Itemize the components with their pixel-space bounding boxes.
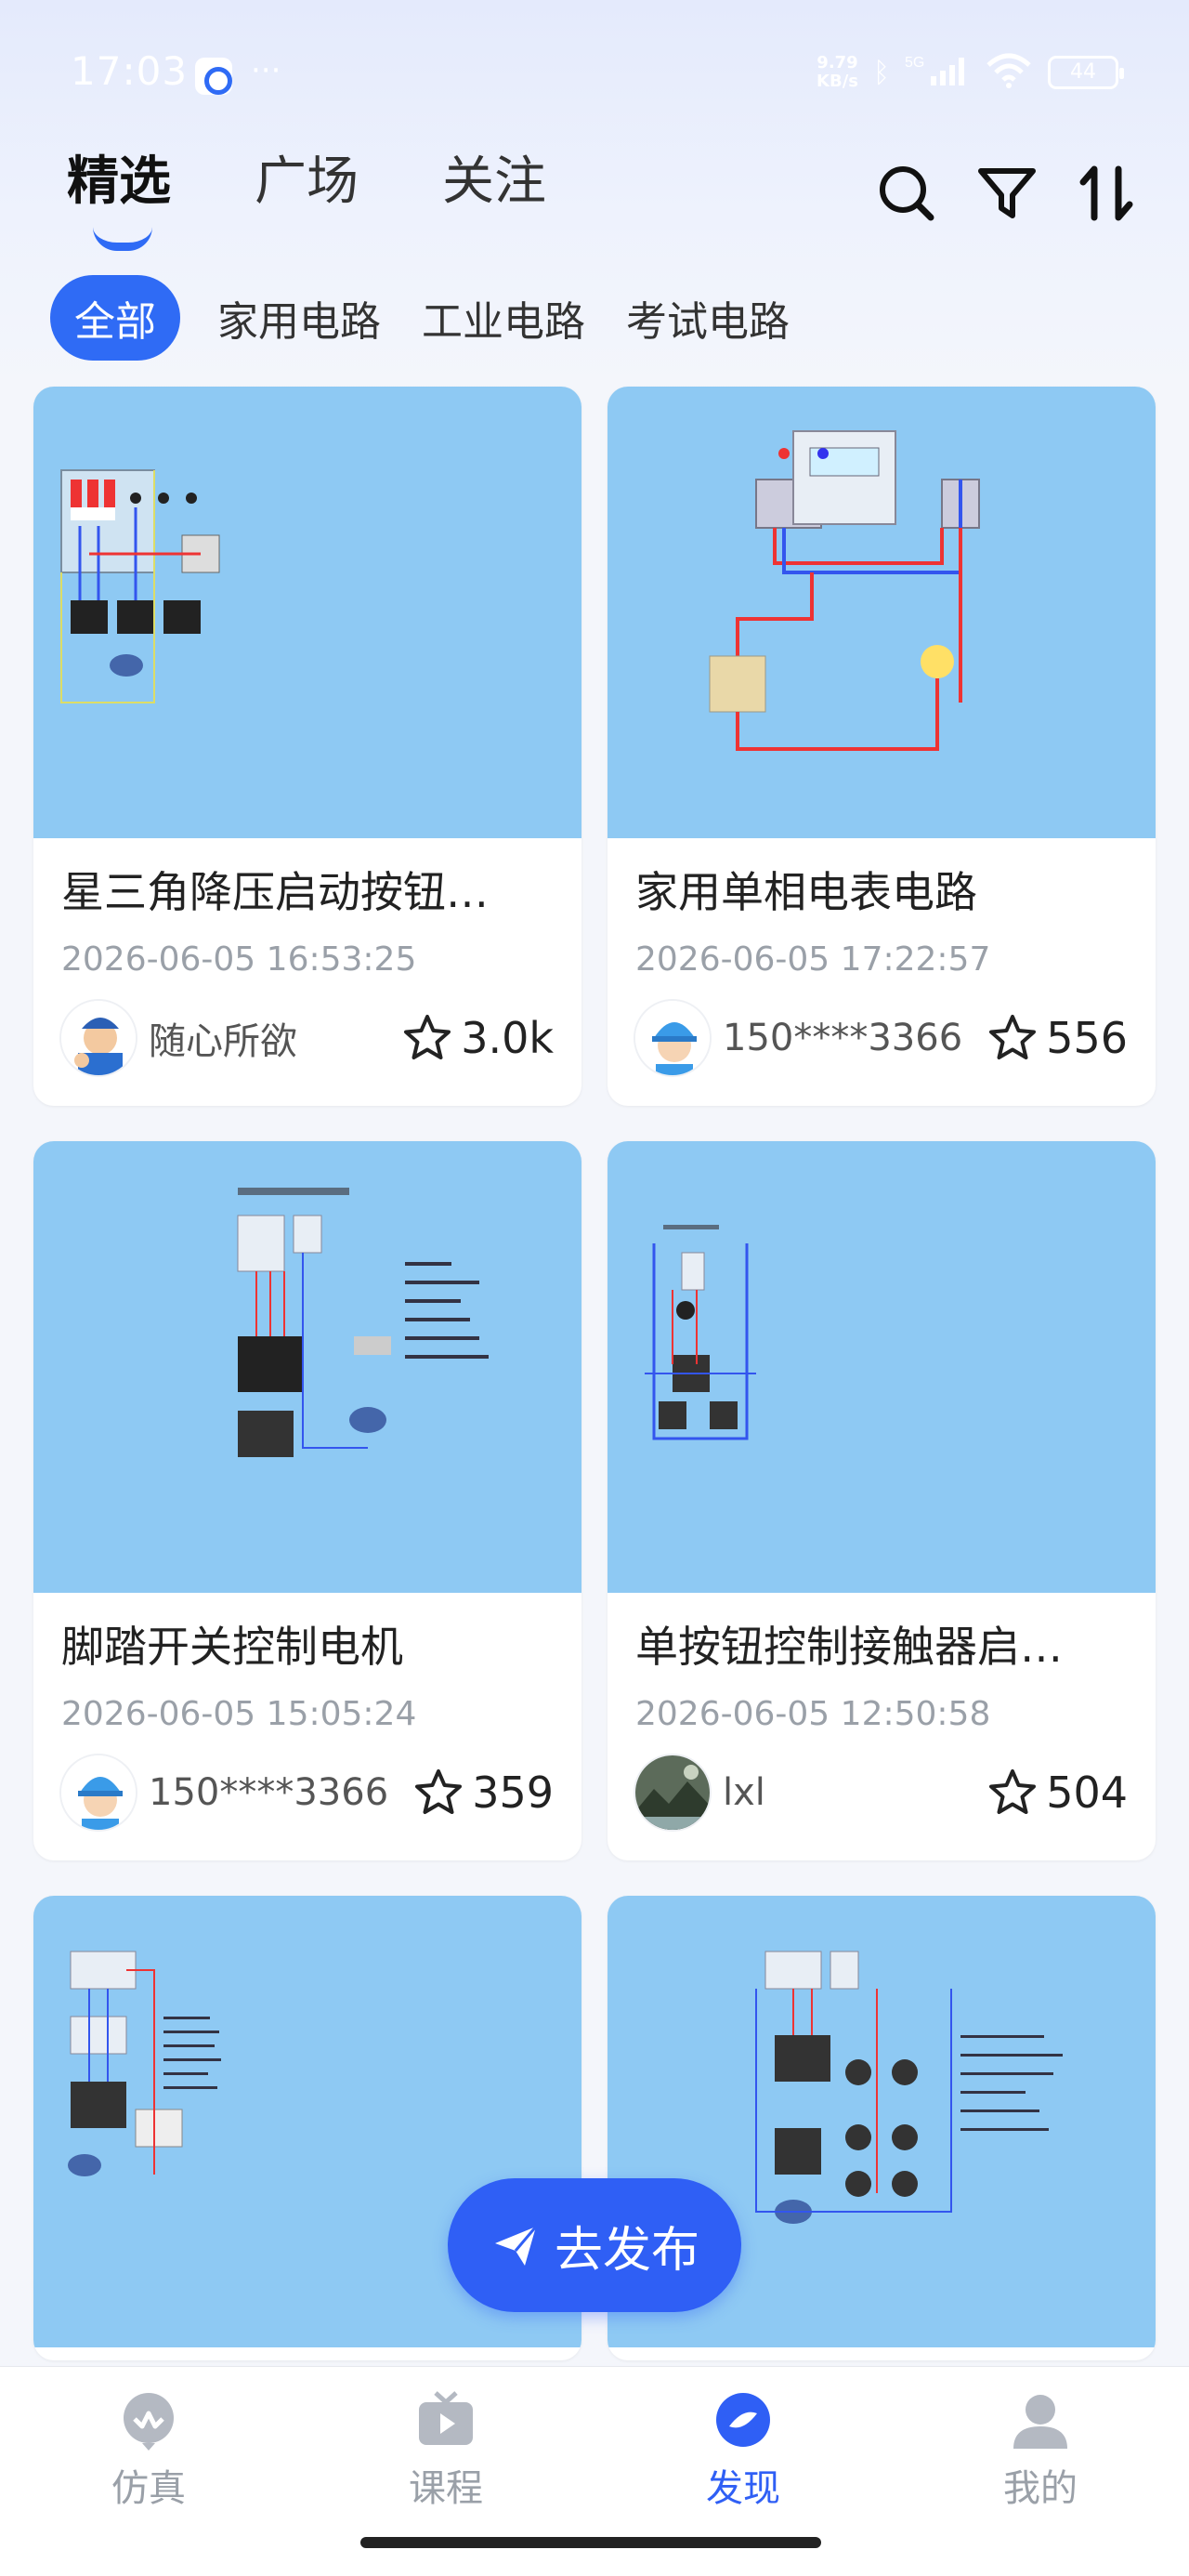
worker-avatar-icon[interactable] — [59, 999, 137, 1077]
post-title: 单按钮控制接触器启… — [635, 1622, 1063, 1672]
more-notifications-icon: ··· — [251, 52, 281, 89]
like-button[interactable]: 3.0k — [401, 1012, 554, 1064]
category-filters: 全部 家用电路 工业电路 考试电路 — [50, 275, 790, 361]
tab-featured[interactable]: 精选 — [67, 139, 171, 215]
like-button[interactable]: 504 — [986, 1767, 1128, 1819]
filter-all[interactable]: 全部 — [50, 275, 180, 361]
like-count: 504 — [1046, 1768, 1128, 1818]
post-date: 2026-06-05 16:53:25 — [61, 940, 417, 979]
helmet-avatar-icon[interactable] — [59, 1754, 137, 1832]
post-card[interactable]: 星三角降压启动按钮… 2026-06-05 16:53:25 随心所欲 3.0k — [33, 387, 581, 1106]
star-icon — [404, 1015, 451, 1059]
like-count: 556 — [1046, 1013, 1128, 1063]
status-time: 17:03 — [71, 48, 189, 94]
post-footer: 150****3366 556 — [634, 999, 1128, 1077]
svg-text:5G: 5G — [905, 55, 924, 71]
filter-household[interactable]: 家用电路 — [217, 288, 381, 348]
profile-icon — [1013, 2395, 1067, 2449]
status-indicators: 9.79 KB/s ᛒ 5G 44 — [817, 52, 1124, 93]
author-name: 随心所欲 — [149, 1020, 297, 1063]
filter-industrial[interactable]: 工业电路 — [422, 288, 585, 348]
nav-discover[interactable]: 发现 — [650, 2387, 836, 2512]
cellular-signal-icon: 5G — [905, 54, 970, 91]
nav-courses[interactable]: 课程 — [353, 2387, 539, 2512]
header-actions — [873, 160, 1141, 227]
tab-following[interactable]: 关注 — [442, 139, 546, 215]
app-notification-icon — [195, 58, 232, 95]
search-icon[interactable] — [873, 160, 940, 227]
circuit-thumbnail — [608, 1141, 1156, 1593]
circuit-thumbnail — [33, 387, 581, 838]
battery-icon: 44 — [1048, 56, 1124, 89]
helmet-avatar-icon[interactable] — [634, 999, 712, 1077]
publish-button[interactable]: 去发布 — [448, 2178, 741, 2312]
landscape-avatar-icon[interactable] — [634, 1754, 712, 1832]
post-title: 脚踏开关控制电机 — [61, 1622, 403, 1672]
bluetooth-icon: ᛒ — [873, 56, 890, 89]
post-footer: 150****3366 359 — [59, 1754, 554, 1832]
post-title: 家用单相电表电路 — [635, 867, 977, 917]
author-name: 150****3366 — [723, 1017, 963, 1059]
author-name: lxl — [723, 1771, 765, 1814]
like-button[interactable]: 556 — [986, 1012, 1128, 1064]
filter-exam[interactable]: 考试电路 — [626, 288, 790, 348]
like-count: 3.0k — [461, 1013, 554, 1063]
nav-profile[interactable]: 我的 — [947, 2387, 1133, 2512]
network-speed: 9.79 KB/s — [817, 53, 858, 91]
publish-label: 去发布 — [554, 2222, 699, 2279]
like-count: 359 — [472, 1768, 554, 1818]
post-grid: 星三角降压启动按钮… 2026-06-05 16:53:25 随心所欲 3.0k — [33, 387, 1156, 2360]
author-name: 150****3366 — [149, 1771, 389, 1814]
post-date: 2026-06-05 15:05:24 — [61, 1695, 417, 1733]
circuit-thumbnail — [33, 1141, 581, 1593]
tab-plaza[interactable]: 广场 — [255, 139, 359, 215]
nav-simulation[interactable]: 仿真 — [56, 2387, 242, 2512]
top-tabs: 精选 广场 关注 — [67, 139, 546, 215]
post-title: 星三角降压启动按钮… — [61, 867, 489, 917]
post-date: 2026-06-05 12:50:58 — [635, 1695, 991, 1733]
star-icon — [415, 1769, 463, 1814]
discover-icon — [716, 2393, 770, 2447]
wifi-icon — [985, 52, 1033, 93]
home-indicator[interactable] — [360, 2537, 821, 2548]
status-bar: 17:03 ··· 9.79 KB/s ᛒ 5G 44 — [0, 0, 1189, 149]
star-icon — [989, 1015, 1037, 1059]
course-tv-icon — [419, 2391, 473, 2445]
post-footer: 随心所欲 3.0k — [59, 999, 554, 1077]
filter-icon[interactable] — [973, 160, 1040, 227]
sort-icon[interactable] — [1074, 160, 1141, 227]
post-date: 2026-06-05 17:22:57 — [635, 940, 991, 979]
paper-plane-icon — [494, 2226, 538, 2266]
star-icon — [989, 1769, 1037, 1814]
post-card[interactable]: 家用单相电表电路 2026-06-05 17:22:57 150****3366… — [608, 387, 1156, 1106]
post-card[interactable]: 脚踏开关控制电机 2026-06-05 15:05:24 150****3366… — [33, 1141, 581, 1860]
simulation-icon — [124, 2393, 174, 2451]
post-card[interactable]: 单按钮控制接触器启… 2026-06-05 12:50:58 lxl 504 — [608, 1141, 1156, 1860]
circuit-thumbnail — [608, 387, 1156, 838]
like-button[interactable]: 359 — [412, 1767, 554, 1819]
post-footer: lxl 504 — [634, 1754, 1128, 1832]
